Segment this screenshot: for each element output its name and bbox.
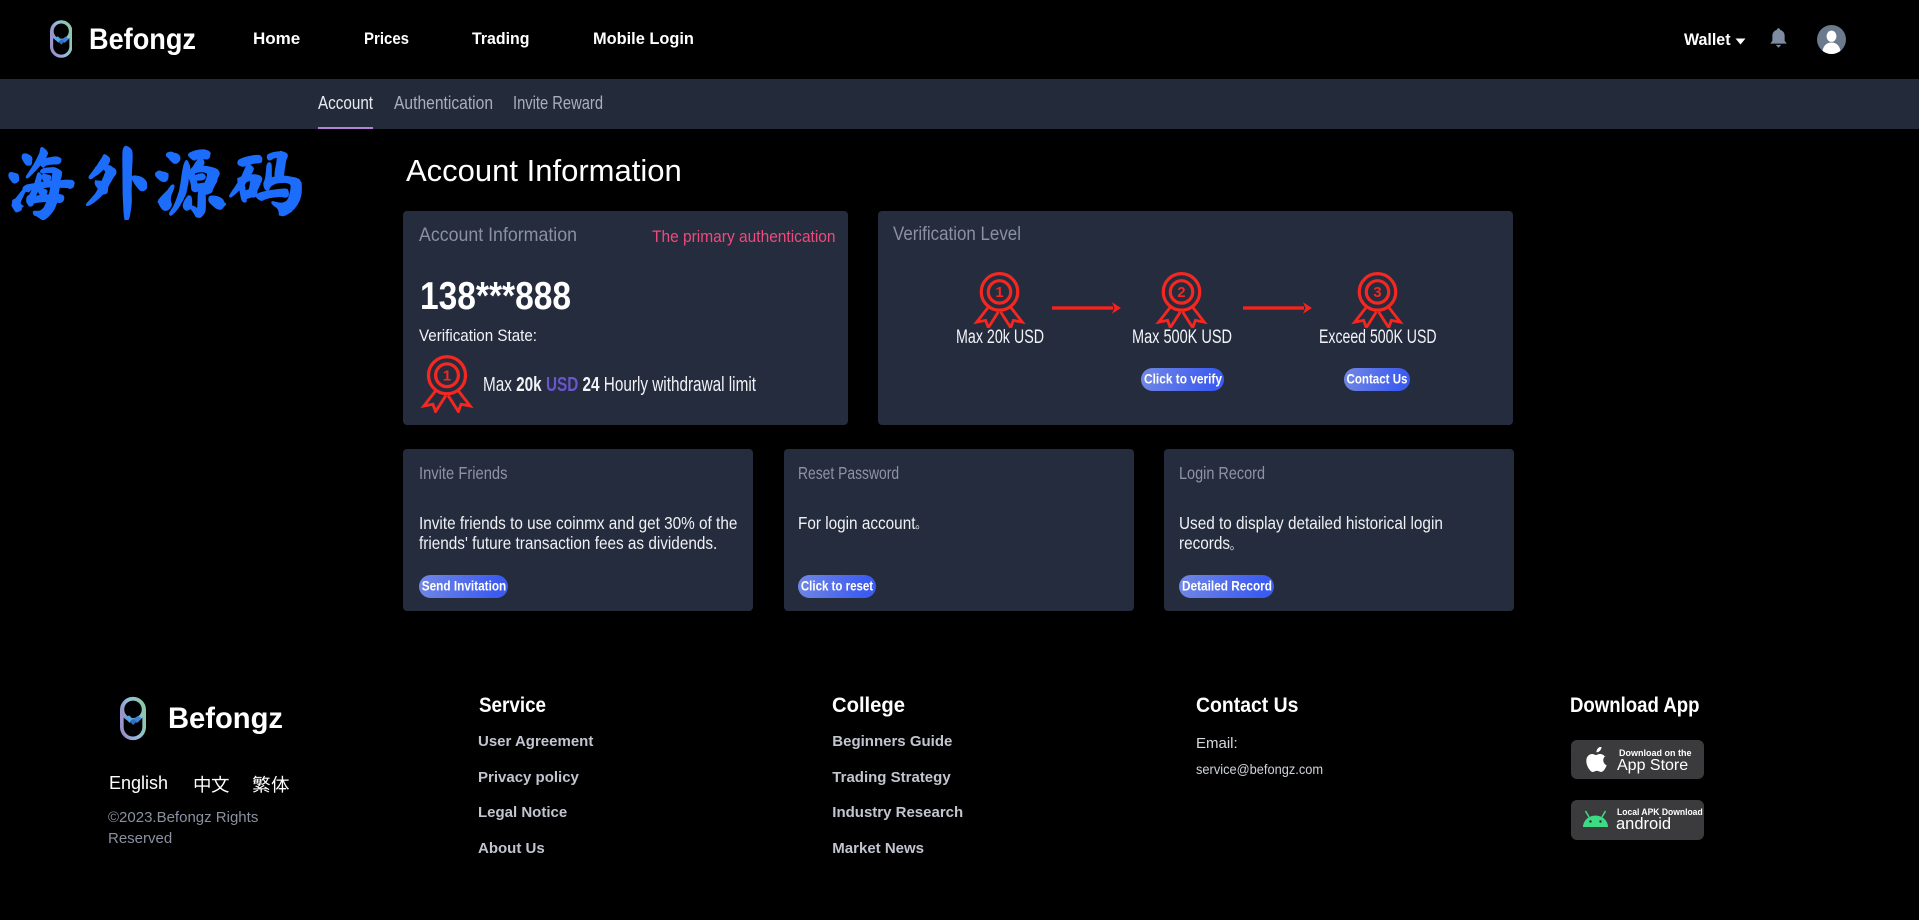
svg-text:3: 3 bbox=[1373, 285, 1381, 301]
svg-text:2: 2 bbox=[1177, 285, 1185, 301]
svg-text:1: 1 bbox=[995, 285, 1003, 301]
svg-text:1: 1 bbox=[443, 368, 451, 385]
